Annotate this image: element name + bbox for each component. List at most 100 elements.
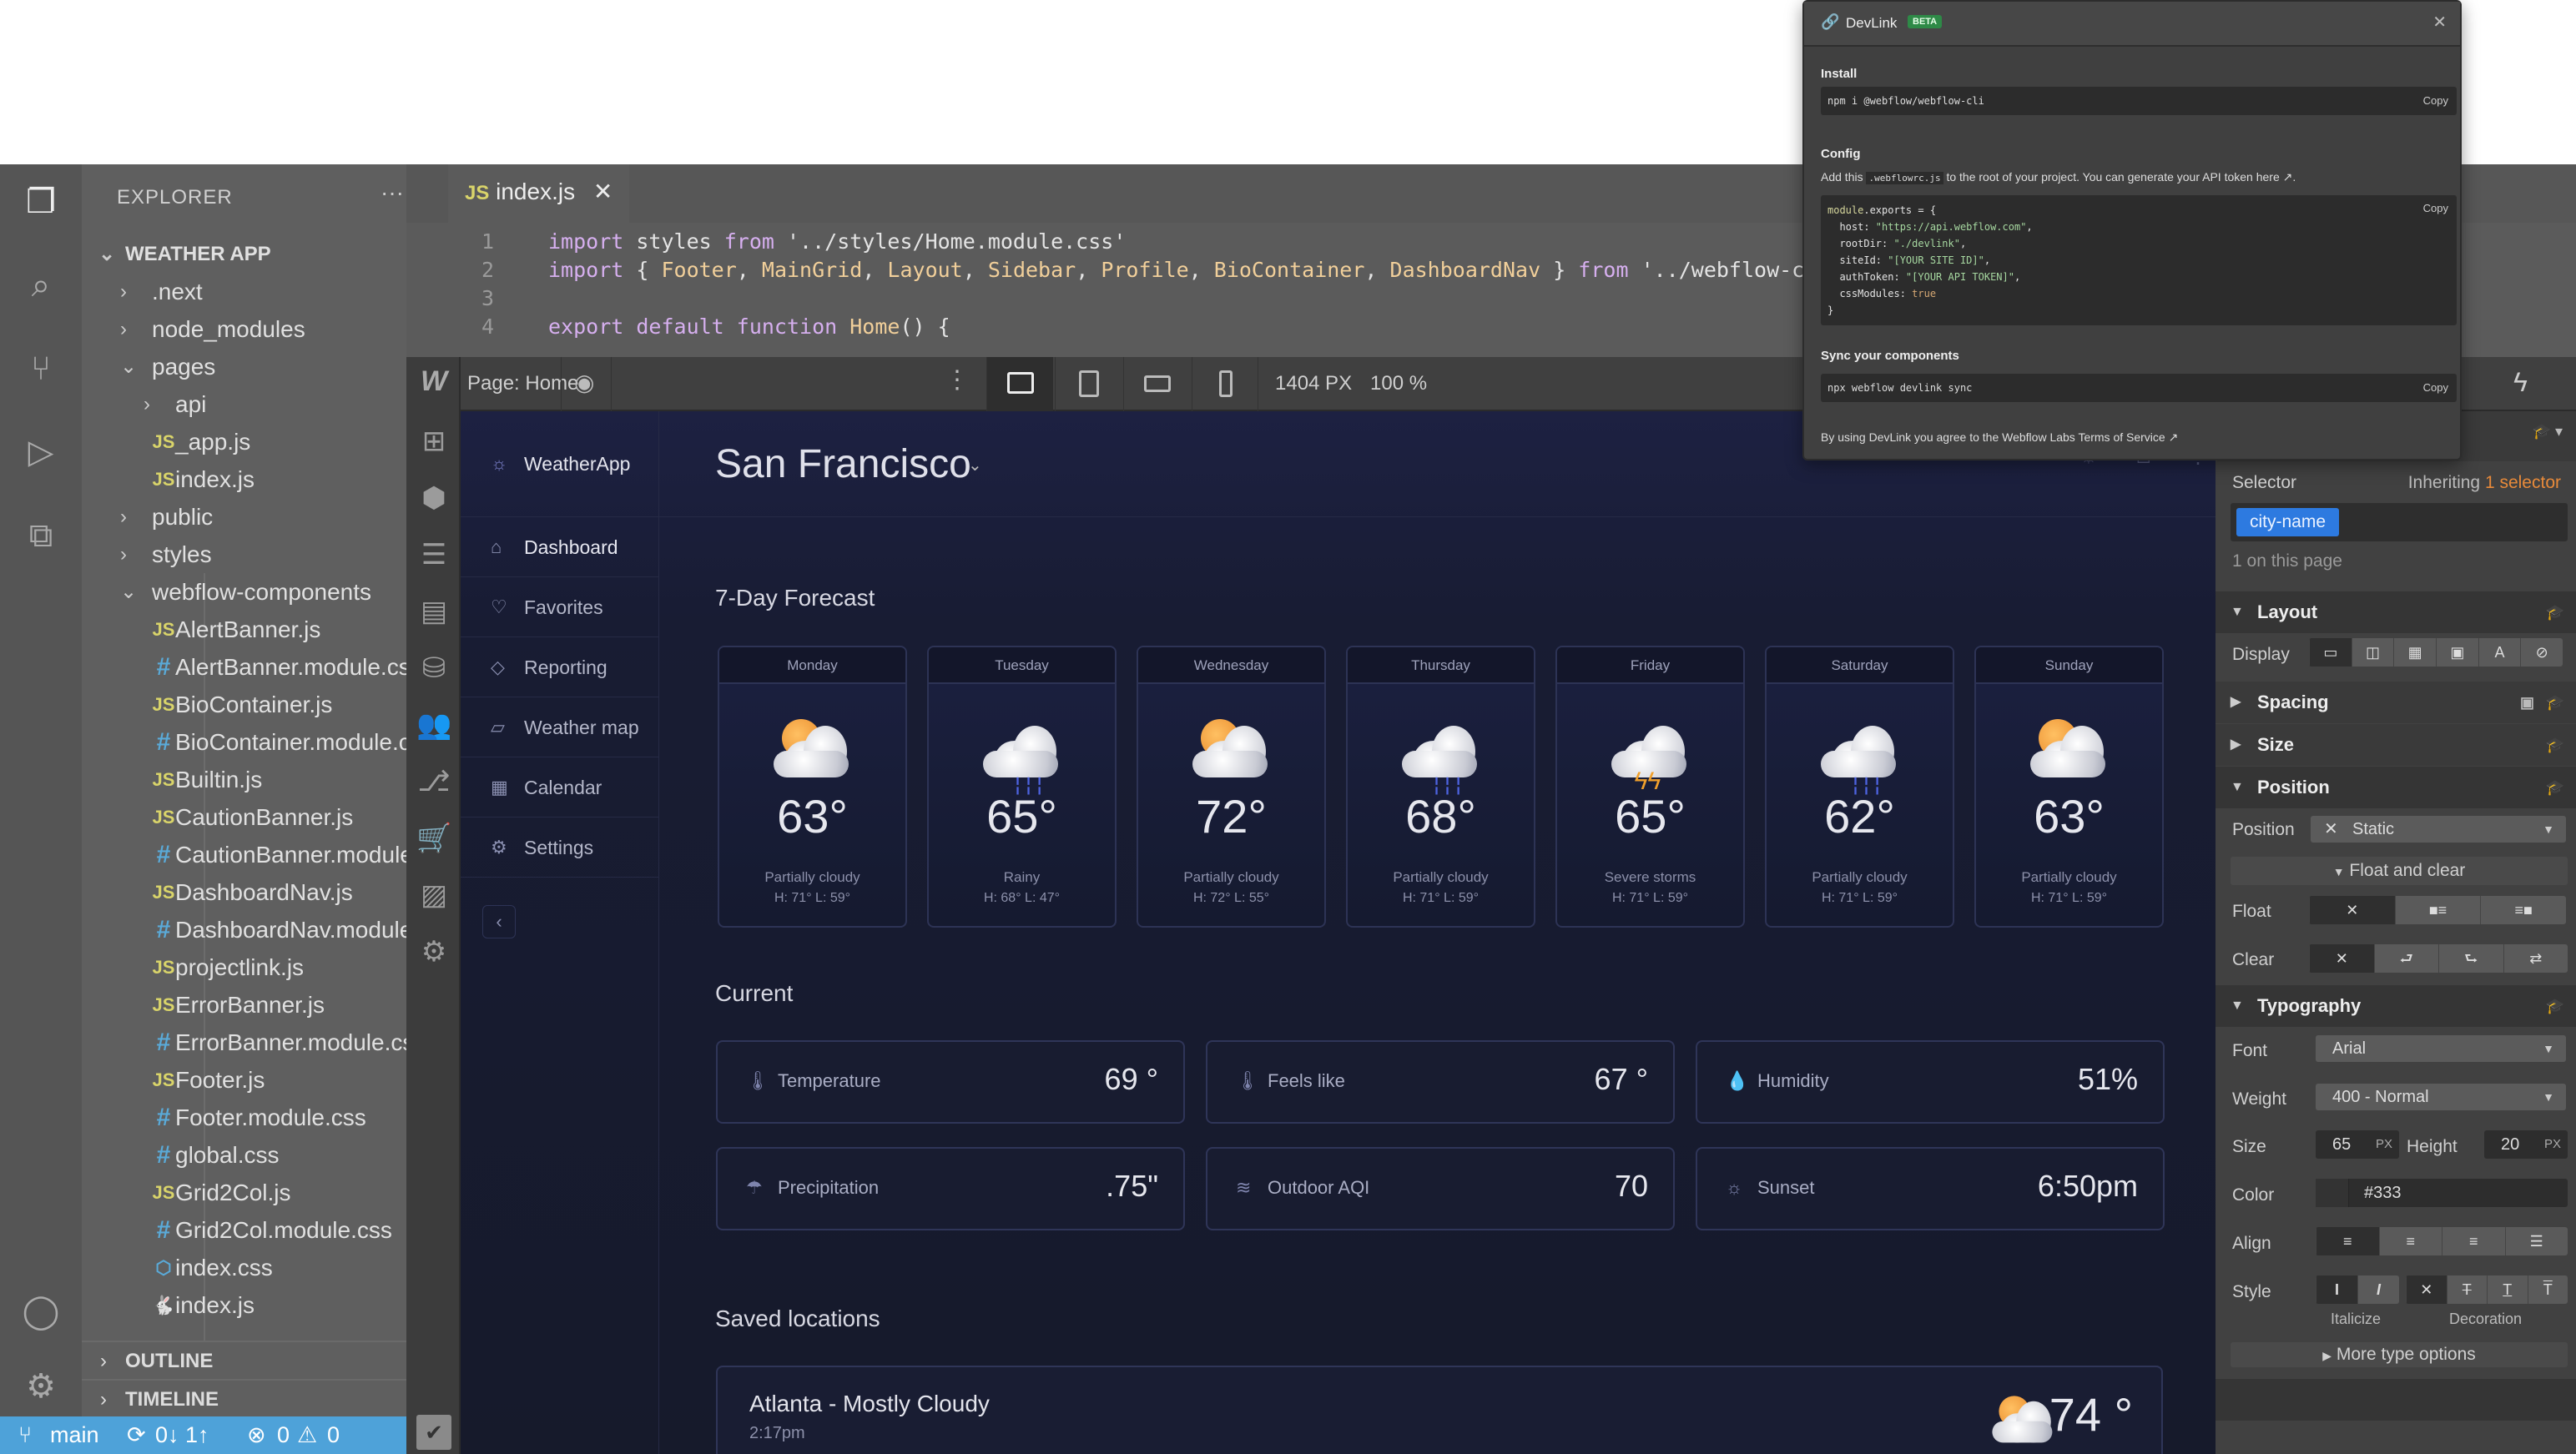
tab-index-js[interactable]: JS index.js ✕: [448, 164, 630, 223]
display-inline-block-icon[interactable]: ▣: [2436, 638, 2478, 667]
sync-command-box[interactable]: npx webflow devlink sync Copy: [1821, 374, 2457, 402]
float-left-icon[interactable]: ■≡: [2394, 896, 2481, 924]
interactions-lightning-icon[interactable]: ϟ: [2513, 367, 2528, 398]
pages-icon[interactable]: ▤: [416, 594, 451, 629]
sidebar-item-calendar[interactable]: ▦ Calendar: [461, 757, 659, 818]
clear-left-icon[interactable]: ⮐: [2373, 944, 2438, 973]
desktop-breakpoint-button[interactable]: [986, 357, 1053, 411]
settings-icon[interactable]: ⚙: [416, 934, 451, 969]
file-tree-item[interactable]: #CautionBanner.module.css: [82, 836, 406, 873]
api-token-link[interactable]: to the root of your project. You can gen…: [1946, 170, 2296, 184]
forecast-card[interactable]: Sunday 63° Partially cloudy H: 71° L: 59°: [1974, 646, 2164, 928]
files-icon[interactable]: ❐: [20, 181, 62, 223]
overline-icon[interactable]: T: [2527, 1275, 2568, 1304]
file-tree-item[interactable]: # AlertBanner.module.css: [82, 648, 406, 686]
page-selector[interactable]: Page: Home: [467, 372, 578, 395]
design-canvas[interactable]: ☼ WeatherApp ⌂ Dashboard ♡ Favorites ◇ Report…: [461, 411, 2216, 1454]
sidebar-item-favorites[interactable]: ♡ Favorites: [461, 577, 659, 637]
display-grid-icon[interactable]: ▦: [2393, 638, 2437, 667]
account-icon[interactable]: ◯: [20, 1290, 62, 1332]
align-center-icon[interactable]: ≡: [2378, 1227, 2442, 1255]
search-icon[interactable]: ⌕: [20, 264, 62, 306]
file-tree-item[interactable]: JS index.js: [82, 460, 406, 498]
color-input[interactable]: #333: [2316, 1179, 2568, 1207]
file-tree-item[interactable]: 🐇 index.js: [82, 1286, 406, 1324]
graduation-cap-icon[interactable]: 🎓 ▾: [2533, 423, 2563, 440]
current-stat-card[interactable]: 💧 Humidity 51%: [1696, 1040, 2165, 1124]
current-stat-card[interactable]: 🌡 Feels like 67 °: [1206, 1040, 1675, 1124]
inheriting-info[interactable]: Inheriting 1 selector: [2408, 473, 2561, 493]
typography-section-header[interactable]: ▼ Typography 🎓: [2216, 985, 2576, 1027]
position-section-header[interactable]: ▼ Position 🎓: [2216, 767, 2576, 808]
file-tree-item[interactable]: ⬡ index.css: [82, 1249, 406, 1286]
city-name[interactable]: San Francisco: [715, 441, 971, 487]
sidebar-item-settings[interactable]: ⚙ Settings: [461, 818, 659, 878]
forecast-card[interactable]: Saturday ╎╎╎ 62° Partially cloudy H: 71° L: …: [1765, 646, 1954, 928]
display-inline-icon[interactable]: A: [2478, 638, 2521, 667]
navigator-icon[interactable]: ☰: [416, 537, 451, 572]
file-tree-item[interactable]: › styles: [82, 536, 406, 573]
layout-section-header[interactable]: ▼ Layout 🎓: [2216, 591, 2576, 633]
sync-status[interactable]: 0↓ 1↑: [155, 1416, 209, 1454]
preview-eye-icon[interactable]: ◉: [574, 369, 594, 396]
line-height-input[interactable]: 20 PX: [2484, 1130, 2568, 1159]
clear-none-icon[interactable]: ✕: [2309, 944, 2374, 973]
strikethrough-icon[interactable]: T: [2446, 1275, 2487, 1304]
file-tree-item[interactable]: # Grid2Col.module.css: [82, 1211, 406, 1249]
size-section-header[interactable]: ▶ Size 🎓: [2216, 724, 2576, 766]
tablet-breakpoint-button[interactable]: [1055, 357, 1122, 411]
display-flex-icon[interactable]: ◫: [2351, 638, 2394, 667]
current-stat-card[interactable]: ≋ Outdoor AQI 70: [1206, 1147, 1675, 1230]
selector-field[interactable]: city-name: [2231, 503, 2568, 541]
forecast-card[interactable]: Friday ϟϟ 65° Severe storms H: 71° L: 59°: [1555, 646, 1745, 928]
checkmark-icon[interactable]: ✔: [416, 1415, 451, 1450]
file-tree-item[interactable]: › public: [82, 498, 406, 536]
branch-name[interactable]: main: [50, 1416, 99, 1454]
sidebar-item-dashboard[interactable]: ⌂ Dashboard: [461, 517, 659, 577]
mobile-portrait-breakpoint-button[interactable]: [1192, 357, 1258, 411]
more-actions-icon[interactable]: ···: [381, 179, 404, 206]
file-tree-item[interactable]: JS ErrorBanner.js: [82, 986, 406, 1024]
current-stat-card[interactable]: ☂ Precipitation .75": [716, 1147, 1185, 1230]
sidebar-item-weather-map[interactable]: ▱ Weather map: [461, 697, 659, 757]
forecast-card[interactable]: Thursday ╎╎╎ 68° Partially cloudy H: 71° L: …: [1346, 646, 1535, 928]
explorer-root[interactable]: ⌄ WEATHER APP: [82, 235, 406, 273]
error-count[interactable]: 0: [277, 1416, 290, 1454]
selector-chip[interactable]: city-name: [2236, 508, 2340, 536]
current-stat-card[interactable]: 🌡 Temperature 69 °: [716, 1040, 1185, 1124]
file-tree-item[interactable]: JS Builtin.js: [82, 761, 406, 798]
file-tree-item[interactable]: JS Grid2Col.js: [82, 1174, 406, 1211]
mobile-landscape-breakpoint-button[interactable]: [1123, 357, 1190, 411]
cms-icon[interactable]: ⛁: [416, 651, 451, 686]
align-right-icon[interactable]: ≡: [2442, 1227, 2505, 1255]
font-size-input[interactable]: 65 PX: [2316, 1130, 2399, 1159]
file-tree-item[interactable]: #DashboardNav.module.css: [82, 911, 406, 948]
file-tree-item[interactable]: ⌄ webflow-components: [82, 573, 406, 611]
components-icon[interactable]: ⬢: [416, 480, 451, 516]
float-right-icon[interactable]: ≡■: [2480, 896, 2566, 924]
sidebar-item-reporting[interactable]: ◇ Reporting: [461, 637, 659, 697]
outline-section[interactable]: › OUTLINE: [82, 1341, 406, 1379]
more-type-options-toggle[interactable]: ▶ More type options: [2231, 1342, 2568, 1367]
clear-both-icon[interactable]: ⇄: [2503, 944, 2568, 973]
file-tree-item[interactable]: ⌄ pages: [82, 348, 406, 385]
copy-button[interactable]: Copy: [2423, 87, 2448, 115]
file-tree-item[interactable]: # Footer.module.css: [82, 1099, 406, 1136]
next-section-header[interactable]: [2216, 1379, 2576, 1421]
forecast-card[interactable]: Monday 63° Partially cloudy H: 71° L: 59°: [718, 646, 907, 928]
logic-icon[interactable]: ⎇: [416, 764, 451, 799]
collapse-sidebar-button[interactable]: ‹: [482, 905, 516, 938]
timeline-section[interactable]: › TIMELINE: [82, 1379, 406, 1417]
clear-right-icon[interactable]: ⮑: [2438, 944, 2503, 973]
run-debug-icon[interactable]: ▷: [20, 431, 62, 473]
decoration-none-icon[interactable]: ✕: [2406, 1275, 2447, 1304]
file-tree-item[interactable]: JS AlertBanner.js: [82, 611, 406, 648]
forecast-card[interactable]: Tuesday ╎╎╎ 65° Rainy H: 68° L: 47°: [927, 646, 1117, 928]
float-and-clear-toggle[interactable]: ▼ Float and clear: [2231, 857, 2568, 885]
underline-icon[interactable]: T: [2487, 1275, 2528, 1304]
file-tree-item[interactable]: JS projectlink.js: [82, 948, 406, 986]
font-select[interactable]: Arial ▼: [2316, 1035, 2566, 1062]
ecommerce-cart-icon[interactable]: 🛒: [416, 821, 451, 856]
file-tree-item[interactable]: JS DashboardNav.js: [82, 873, 406, 911]
webflow-logo-icon[interactable]: W: [416, 364, 451, 399]
